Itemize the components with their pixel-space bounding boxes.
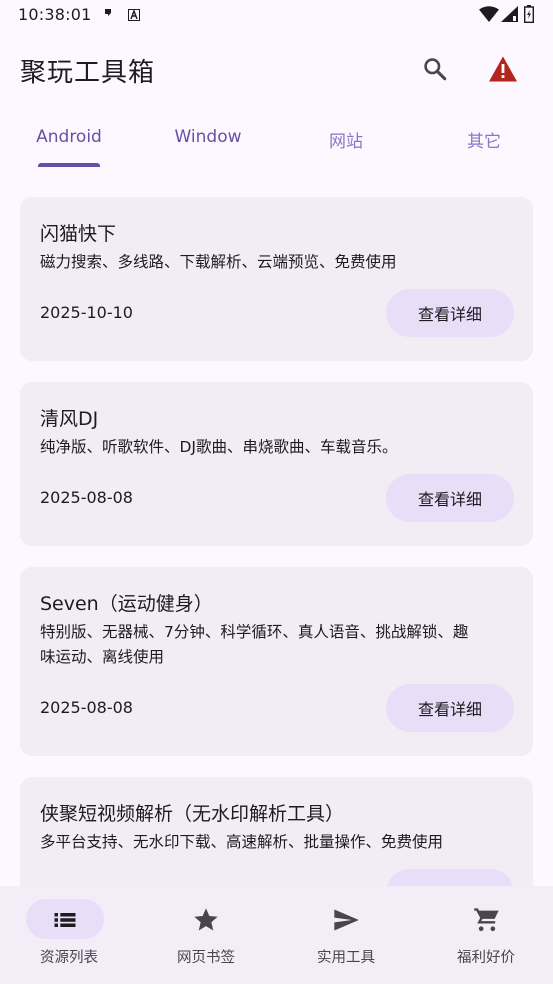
warning-button[interactable] xyxy=(482,48,524,90)
tab-label: Android xyxy=(36,127,102,147)
app-title: 聚玩工具箱 xyxy=(20,58,156,88)
wifi-icon xyxy=(479,6,499,22)
resource-card: 闪猫快下 磁力搜索、多线路、下载解析、云端预览、免费使用 2025-10-10 … xyxy=(20,197,533,361)
bottom-navigation: 资源列表 网页书签 实用工具 福利好价 xyxy=(0,886,553,984)
card-description: 多平台支持、无水印下载、高速解析、批量操作、免费使用 xyxy=(40,833,444,851)
card-title: 闪猫快下 xyxy=(40,223,117,245)
card-description-line1: 特别版、无器械、7分钟、科学循环、真人语音、挑战解锁、趣 xyxy=(40,623,469,641)
card-description: 磁力搜索、多线路、下载解析、云端预览、免费使用 xyxy=(40,253,397,271)
tab-other[interactable]: 其它 xyxy=(424,112,544,166)
accessibility-a-icon xyxy=(128,9,140,21)
nav-label: 实用工具 xyxy=(317,950,375,966)
tab-website[interactable]: 网站 xyxy=(286,112,406,166)
nav-item-resource-list[interactable]: 资源列表 xyxy=(0,886,138,984)
resource-card: 清风DJ 纯净版、听歌软件、DJ歌曲、串烧歌曲、车载音乐。 2025-08-08… xyxy=(20,382,533,546)
tab-label: Window xyxy=(174,127,242,147)
nav-label: 福利好价 xyxy=(457,950,515,966)
card-date: 2025-08-08 xyxy=(40,488,133,507)
resource-card: Seven（运动健身） 特别版、无器械、7分钟、科学循环、真人语音、挑战解锁、趣… xyxy=(20,567,533,756)
card-description-line2: 味运动、离线使用 xyxy=(40,648,165,666)
tab-label: 网站 xyxy=(329,132,363,152)
notification-dot-icon xyxy=(105,9,111,16)
nav-item-tools[interactable]: 实用工具 xyxy=(277,886,415,984)
view-details-button[interactable]: 查看详细 xyxy=(386,289,514,337)
tab-indicator xyxy=(38,163,100,167)
send-icon xyxy=(334,909,359,931)
tab-android[interactable]: Android xyxy=(9,112,129,166)
card-date: 2025-10-10 xyxy=(40,303,133,322)
card-description: 纯净版、听歌软件、DJ歌曲、串烧歌曲、车载音乐。 xyxy=(40,438,398,456)
search-button[interactable] xyxy=(414,48,456,90)
tab-window[interactable]: Window xyxy=(148,112,268,166)
tab-bar: Android Window 网站 其它 xyxy=(0,112,553,168)
card-title: 侠聚短视频解析（无水印解析工具） xyxy=(40,803,345,825)
list-icon xyxy=(54,913,76,927)
star-icon xyxy=(194,908,218,931)
nav-item-bookmarks[interactable]: 网页书签 xyxy=(137,886,275,984)
nav-label: 网页书签 xyxy=(177,950,235,966)
card-date: 2025-08-08 xyxy=(40,698,133,717)
view-details-button[interactable]: 查看详细 xyxy=(386,684,514,732)
nav-label: 资源列表 xyxy=(40,950,98,966)
warning-icon xyxy=(489,56,517,82)
battery-icon xyxy=(524,5,534,23)
screen: 10:38:01 聚玩工具箱 Android Window 网站 其它 闪猫快下… xyxy=(0,0,553,984)
app-bar: 聚玩工具箱 xyxy=(0,40,553,100)
cart-icon xyxy=(474,908,499,932)
search-icon xyxy=(424,58,447,81)
status-time: 10:38:01 xyxy=(18,5,92,24)
card-title: 清风DJ xyxy=(40,408,99,430)
view-details-button[interactable]: 查看详细 xyxy=(386,474,514,522)
card-title: Seven（运动健身） xyxy=(40,593,213,615)
tab-label: 其它 xyxy=(467,132,501,152)
signal-icon xyxy=(501,6,518,22)
status-bar: 10:38:01 xyxy=(0,0,553,30)
nav-item-deals[interactable]: 福利好价 xyxy=(417,886,553,984)
